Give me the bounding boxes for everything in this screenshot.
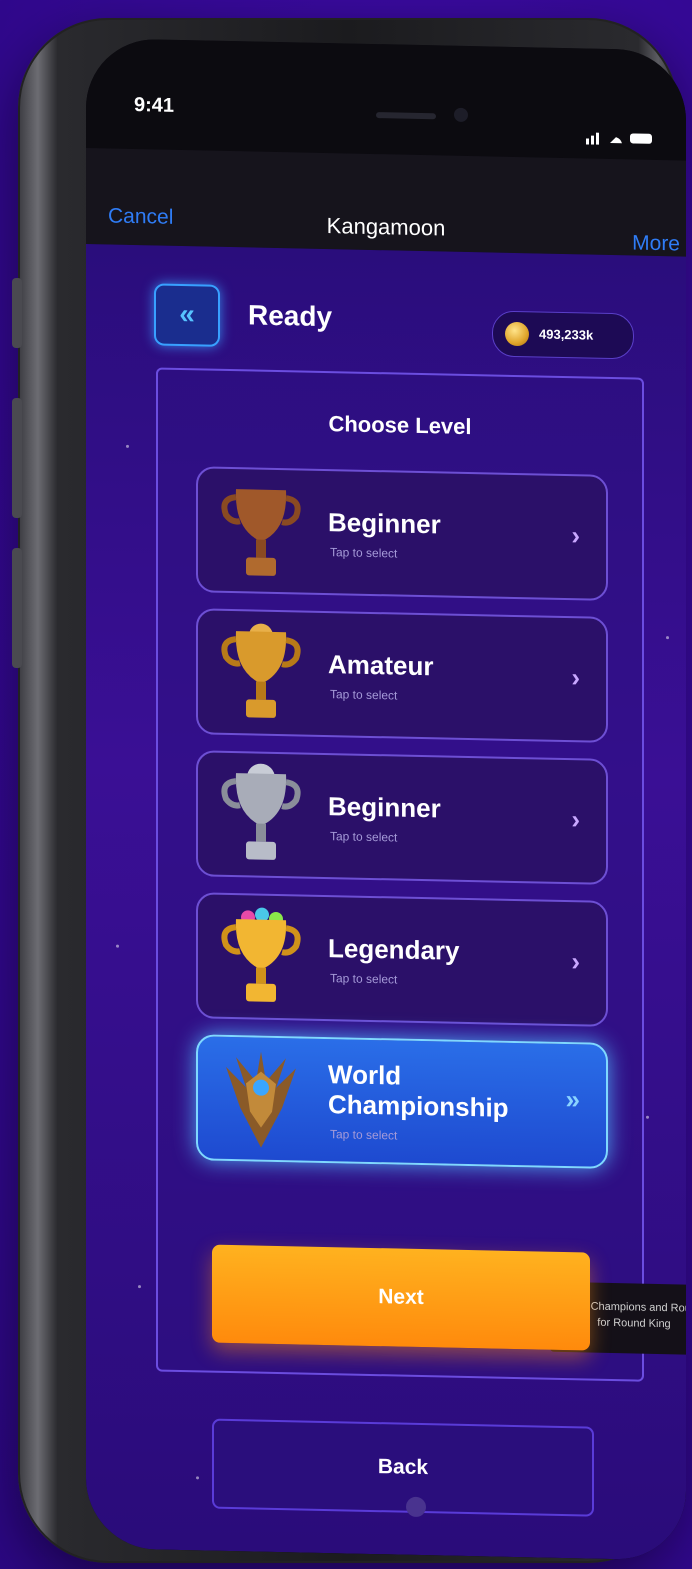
level-card-beginner[interactable]: Beginner Tap to select ›: [196, 466, 608, 601]
star: [646, 1115, 649, 1119]
home-indicator: [406, 1496, 426, 1518]
level-name: Amateur: [328, 649, 434, 682]
chevron-right-icon: ›: [571, 804, 580, 835]
level-name: Legendary: [328, 933, 460, 966]
double-chevron-left-icon: «: [179, 297, 195, 330]
chevron-right-icon: ›: [571, 946, 580, 977]
panel-title: Choose Level: [328, 411, 472, 440]
status-time: 9:41: [134, 94, 175, 117]
star: [116, 944, 119, 948]
star: [666, 636, 669, 640]
navigation-bar: Cancel Kangamoon More: [86, 148, 686, 257]
level-name: Beginner: [328, 507, 441, 540]
coin-balance: 493,233k: [492, 310, 634, 360]
back-arrow-button[interactable]: «: [154, 283, 220, 347]
front-camera: [454, 107, 468, 123]
volume-down-button: [12, 548, 22, 668]
level-card-legendary[interactable]: Legendary Tap to select ›: [196, 892, 608, 1027]
status-bar: 9:41: [86, 38, 686, 161]
app-content: « Ready 493,233k Choose Level Beginner T…: [86, 244, 686, 1561]
level-name: World Championship: [328, 1059, 509, 1123]
double-chevron-right-icon: »: [565, 1084, 580, 1115]
phone-screen: 9:41 Cancel Kangamoon More « Ready 493,2…: [86, 38, 686, 1561]
level-subtitle: Tap to select: [330, 687, 398, 703]
level-name: Beginner: [328, 791, 441, 824]
level-card-amateur[interactable]: Amateur Tap to select ›: [196, 608, 608, 743]
level-panel: Choose Level Beginner Tap to select › Am…: [156, 367, 686, 1382]
silver-trophy-icon: [221, 763, 301, 860]
phone-frame: 9:41 Cancel Kangamoon More « Ready 493,2…: [12, 18, 686, 1563]
chevron-right-icon: ›: [571, 662, 580, 693]
star: [126, 444, 129, 448]
level-subtitle: Tap to select: [330, 545, 398, 561]
mute-switch: [12, 278, 22, 348]
back-button[interactable]: Back: [212, 1418, 594, 1517]
coin-icon: [505, 321, 529, 347]
bronze-trophy-icon: [221, 489, 301, 576]
speaker-grille: [376, 112, 436, 120]
screen-title: Ready: [248, 299, 333, 333]
jeweled-trophy-icon: [221, 907, 301, 1002]
volume-up-button: [12, 398, 22, 518]
gold-trophy-icon: [221, 623, 301, 718]
level-subtitle: Tap to select: [330, 971, 398, 987]
chevron-right-icon: ›: [571, 520, 580, 551]
level-card-world-championship[interactable]: World Championship Tap to select »: [196, 1034, 608, 1169]
star: [138, 1285, 141, 1289]
coin-amount: 493,233k: [539, 326, 594, 343]
star: [196, 1476, 199, 1480]
level-subtitle: Tap to select: [330, 1127, 398, 1143]
level-subtitle: Tap to select: [330, 829, 398, 845]
level-card-beginner-silver[interactable]: Beginner Tap to select ›: [196, 750, 608, 885]
championship-emblem-icon: [226, 1051, 296, 1148]
more-button[interactable]: More: [632, 231, 680, 256]
status-icons: [586, 128, 656, 150]
next-button[interactable]: Next: [212, 1244, 590, 1351]
nav-title: Kangamoon: [326, 213, 446, 241]
